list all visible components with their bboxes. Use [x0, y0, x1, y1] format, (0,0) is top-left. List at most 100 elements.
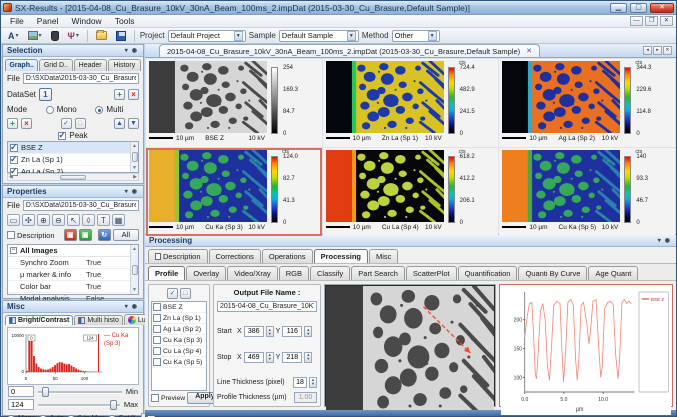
- min-input[interactable]: [8, 386, 34, 397]
- cu-la4-map-image[interactable]: [325, 150, 444, 222]
- tab-bright-contrast[interactable]: Bright/Contrast: [5, 314, 74, 325]
- tab-rgb[interactable]: RGB: [278, 266, 310, 280]
- maximize-button[interactable]: ▢: [630, 2, 647, 13]
- method-select[interactable]: Other ▼: [391, 29, 440, 42]
- map-cell-ag-la[interactable]: 10 µm Ag La (Sp 2) 10 kV cts 344.3 229.6 1…: [499, 59, 675, 147]
- zoom-region-icon[interactable]: ▭: [7, 214, 20, 226]
- menu-tools[interactable]: Tools: [109, 15, 141, 27]
- image-tool-icon[interactable]: ▾: [25, 30, 45, 42]
- uncheck-all-button[interactable]: □: [74, 118, 86, 129]
- tab-processing[interactable]: Processing: [313, 249, 368, 263]
- mono-radio[interactable]: [45, 105, 54, 114]
- signal-checkbox[interactable]: [153, 358, 161, 366]
- tab-header[interactable]: Header: [73, 59, 107, 71]
- scrollbar-thumb[interactable]: [60, 174, 86, 180]
- tab-multi-histo[interactable]: Multi histo: [74, 314, 123, 325]
- list-item[interactable]: BSE Z: [152, 302, 206, 313]
- menu-panel[interactable]: Panel: [31, 15, 65, 27]
- add-dataset-button[interactable]: +: [114, 89, 125, 100]
- menu-file[interactable]: File: [4, 15, 30, 27]
- scrollbar-thumb[interactable]: [131, 264, 138, 275]
- signal-checkbox[interactable]: [153, 336, 161, 344]
- grid-icon[interactable]: ▦: [112, 214, 125, 226]
- description-checkbox[interactable]: [7, 231, 15, 239]
- list-item[interactable]: Ag La (Sp 2): [152, 324, 206, 335]
- signal-checkbox[interactable]: [153, 303, 161, 311]
- selection-file-input[interactable]: [22, 73, 139, 84]
- preview-checkbox[interactable]: [151, 394, 159, 402]
- scrollbar-thumb[interactable]: [131, 152, 138, 162]
- stop-x-spinner[interactable]: ▲ ▼: [265, 351, 274, 363]
- pan-hand-icon[interactable]: ✣: [22, 214, 35, 226]
- mdi-close-icon[interactable]: ✕: [660, 16, 673, 26]
- map-cell-cu-ka5[interactable]: 10 µm Cu Ka (Sp 5) 10 kV cts 140 93.3 46.7…: [499, 148, 675, 236]
- prev-tab-icon[interactable]: ◂: [643, 46, 652, 55]
- collapse-group-icon[interactable]: −: [10, 247, 17, 254]
- list-item[interactable]: Cu Ka (Sp 3): [152, 335, 206, 346]
- slider-thumb[interactable]: [42, 387, 50, 397]
- zn-la-map-image[interactable]: [325, 61, 444, 133]
- signal-checkbox[interactable]: [10, 166, 18, 177]
- refresh-icon[interactable]: ↻: [97, 229, 111, 241]
- next-tab-icon[interactable]: ▸: [653, 46, 662, 55]
- dataset-button[interactable]: 1: [38, 88, 52, 101]
- tab-age-quant[interactable]: Age Quant: [588, 266, 639, 280]
- mdi-restore-icon[interactable]: ❐: [645, 16, 658, 26]
- list-item[interactable]: Zn La (Sp 1): [8, 154, 130, 166]
- property-row[interactable]: Synchro Zoom True: [8, 257, 130, 269]
- scroll-up-icon[interactable]: ▲: [132, 246, 137, 252]
- max-input[interactable]: [8, 399, 34, 410]
- map-cell-cu-ka3[interactable]: 10 µm Cu Ka (Sp 3) 10 kV cts 124.0 82.7 41…: [146, 148, 322, 236]
- tab-description[interactable]: Description: [148, 249, 208, 263]
- signal-checkbox[interactable]: [10, 142, 18, 153]
- tab-profile[interactable]: Profile: [148, 266, 186, 280]
- bse-preview-image[interactable]: [326, 283, 503, 417]
- signal-checkbox[interactable]: [153, 347, 161, 355]
- scroll-down-icon[interactable]: ▼: [132, 165, 137, 171]
- mdi-minimize-icon[interactable]: —: [630, 16, 643, 26]
- vertical-scrollbar[interactable]: ▲ ▼: [130, 245, 138, 294]
- pin-icon[interactable]: ◉: [663, 237, 672, 244]
- lut-tool-icon[interactable]: Ψ ▾: [65, 30, 82, 42]
- combo-arrow-icon[interactable]: ▼: [427, 30, 437, 41]
- move-up-button[interactable]: ▲: [114, 118, 125, 129]
- property-group-row[interactable]: − All Images: [8, 245, 130, 257]
- tab-operations[interactable]: Operations: [261, 249, 313, 263]
- close-tab-icon[interactable]: ✕: [526, 47, 532, 55]
- all-button[interactable]: All: [112, 229, 139, 241]
- tab-overlay[interactable]: Overlay: [186, 266, 227, 280]
- check-all-button[interactable]: ✓: [60, 118, 72, 129]
- delete-dataset-button[interactable]: ×: [128, 89, 139, 100]
- tab-history[interactable]: History: [107, 59, 141, 71]
- histogram-chart[interactable]: 1000000 50 1000 124: [9, 329, 103, 383]
- list-item[interactable]: Cu La (Sp 4): [152, 346, 206, 357]
- project-select[interactable]: Default Project ▼: [167, 29, 246, 42]
- properties-file-input[interactable]: [22, 200, 139, 211]
- remove-signal-button[interactable]: ×: [21, 118, 32, 129]
- collapse-icon[interactable]: ▾: [656, 237, 663, 244]
- cu-ka3-map-image[interactable]: [149, 150, 267, 222]
- tab-misc[interactable]: Misc: [369, 249, 399, 263]
- cu-ka5-map-image[interactable]: [502, 150, 621, 222]
- document-tab[interactable]: 2015-04-08_Cu_Brasure_10kV_30nA_Beam_100…: [159, 44, 541, 57]
- collapse-icon[interactable]: ▾: [123, 303, 130, 310]
- max-slider[interactable]: [38, 399, 120, 410]
- flask-tool-icon[interactable]: [48, 30, 62, 42]
- signal-checkbox[interactable]: [153, 314, 161, 322]
- peak-checkbox[interactable]: [58, 130, 67, 141]
- font-tool-icon[interactable]: A ▾: [5, 30, 22, 42]
- tab-graph[interactable]: Graph..: [5, 59, 39, 71]
- line-thickness-spinner[interactable]: ▲ ▼: [309, 376, 317, 388]
- menu-window[interactable]: Window: [65, 15, 107, 27]
- bse-z-map-image[interactable]: [149, 61, 267, 133]
- profile-chart[interactable]: 100 150 200 0.0 5.0 10.0 µm BSE Z: [501, 286, 671, 415]
- snapshot-red-icon[interactable]: ▣: [63, 229, 77, 241]
- collapse-icon[interactable]: ▾: [123, 47, 130, 54]
- tab-corrections[interactable]: Corrections: [208, 249, 261, 263]
- stop-x-input[interactable]: [243, 351, 264, 363]
- pin-icon[interactable]: ◉: [130, 47, 139, 54]
- open-button[interactable]: [93, 30, 110, 42]
- scroll-up-icon[interactable]: ▲: [132, 143, 137, 149]
- check-all-button[interactable]: ✓: [167, 288, 178, 299]
- start-x-input[interactable]: [243, 326, 264, 338]
